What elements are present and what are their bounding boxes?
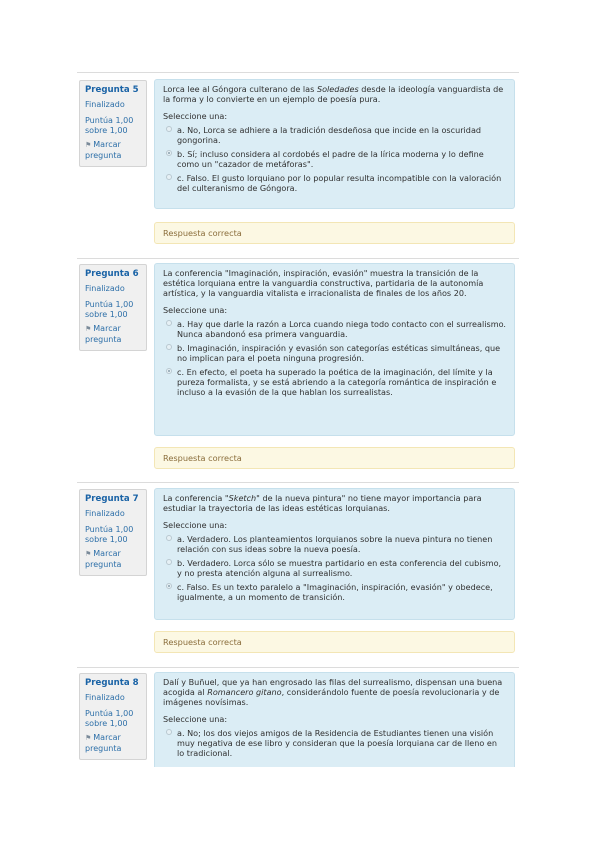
answer-radio[interactable]: [166, 150, 172, 156]
question-text: Lorca lee al Góngora culterano de las So…: [163, 84, 504, 104]
question-content: La conferencia "Imaginación, inspiración…: [154, 263, 515, 436]
answer-option[interactable]: a. No; los dos viejos amigos de la Resid…: [163, 728, 506, 758]
question-formulation: Lorca lee al Góngora culterano de las So…: [154, 79, 515, 209]
flag-icon: ⚑: [85, 141, 92, 149]
question-content: Lorca lee al Góngora culterano de las So…: [154, 79, 515, 209]
question-info: Pregunta 8 Finalizado Puntúa 1,00 sobre …: [79, 673, 147, 760]
question-number: Pregunta 5: [85, 85, 139, 95]
question-content: Dalí y Buñuel, que ya han engrosado las …: [154, 672, 515, 767]
flag-icon: ⚑: [85, 550, 92, 558]
flag-icon: ⚑: [85, 734, 92, 742]
answer-option[interactable]: c. Falso. El gusto lorquiano por lo popu…: [163, 173, 506, 193]
question-number: Pregunta 7: [85, 494, 139, 504]
question-info: Pregunta 7 Finalizado Puntúa 1,00 sobre …: [79, 489, 147, 576]
answer-list: a. No, Lorca se adhiere a la tradición d…: [163, 125, 506, 193]
question-grade: Puntúa 1,00 sobre 1,00: [85, 116, 134, 135]
answer-prompt: Seleccione una:: [163, 714, 228, 724]
question-separator: [77, 482, 519, 483]
question-separator: [77, 258, 519, 259]
question-state: Finalizado: [85, 100, 125, 109]
flag-question-link[interactable]: ⚑ Marcar pregunta: [85, 549, 142, 569]
answer-option[interactable]: a. Hay que darle la razón a Lorca cuando…: [163, 319, 506, 339]
question-state: Finalizado: [85, 509, 125, 518]
answer-radio[interactable]: [166, 126, 172, 132]
question-info: Pregunta 6 Finalizado Puntúa 1,00 sobre …: [79, 264, 147, 351]
answer-radio[interactable]: [166, 729, 172, 735]
question-text: La conferencia "Imaginación, inspiración…: [163, 268, 484, 298]
question-state: Finalizado: [85, 693, 125, 702]
question-grade: Puntúa 1,00 sobre 1,00: [85, 525, 134, 544]
answer-option[interactable]: a. Verdadero. Los planteamientos lorquia…: [163, 534, 506, 554]
question-formulation: La conferencia "Imaginación, inspiración…: [154, 263, 515, 436]
question-formulation: Dalí y Buñuel, que ya han engrosado las …: [154, 672, 515, 767]
answer-prompt: Seleccione una:: [163, 111, 228, 121]
feedback-box: Respuesta correcta: [154, 447, 515, 469]
answer-option[interactable]: c. Falso. Es un texto paralelo a "Imagin…: [163, 582, 506, 602]
flag-question-link[interactable]: ⚑ Marcar pregunta: [85, 324, 142, 344]
answer-radio[interactable]: [166, 559, 172, 565]
answer-option[interactable]: a. No, Lorca se adhiere a la tradición d…: [163, 125, 506, 145]
answer-radio[interactable]: [166, 344, 172, 350]
answer-radio[interactable]: [166, 368, 172, 374]
question-info: Pregunta 5 Finalizado Puntúa 1,00 sobre …: [79, 80, 147, 167]
answer-list: a. No; los dos viejos amigos de la Resid…: [163, 728, 506, 758]
question-text: Dalí y Buñuel, que ya han engrosado las …: [163, 677, 503, 707]
question-number: Pregunta 6: [85, 269, 139, 279]
answer-option[interactable]: c. En efecto, el poeta ha superado la po…: [163, 367, 506, 397]
question-separator: [77, 72, 519, 73]
question-grade: Puntúa 1,00 sobre 1,00: [85, 709, 134, 728]
flag-question-link[interactable]: ⚑ Marcar pregunta: [85, 140, 142, 160]
question-formulation: La conferencia "Sketch" de la nueva pint…: [154, 488, 515, 620]
answer-prompt: Seleccione una:: [163, 520, 228, 530]
question-content: La conferencia "Sketch" de la nueva pint…: [154, 488, 515, 620]
answer-radio[interactable]: [166, 320, 172, 326]
flag-icon: ⚑: [85, 325, 92, 333]
answer-option[interactable]: b. Sí; incluso considera al cordobés el …: [163, 149, 506, 169]
answer-option[interactable]: b. Imaginación, inspiración y evasión so…: [163, 343, 506, 363]
question-grade: Puntúa 1,00 sobre 1,00: [85, 300, 134, 319]
question-state: Finalizado: [85, 284, 125, 293]
answer-list: a. Verdadero. Los planteamientos lorquia…: [163, 534, 506, 602]
answer-option[interactable]: b. Verdadero. Lorca sólo se muestra part…: [163, 558, 506, 578]
flag-question-link[interactable]: ⚑ Marcar pregunta: [85, 733, 142, 753]
question-number: Pregunta 8: [85, 678, 139, 688]
feedback-box: Respuesta correcta: [154, 631, 515, 653]
answer-radio[interactable]: [166, 583, 172, 589]
question-text: La conferencia "Sketch" de la nueva pint…: [163, 493, 482, 513]
question-separator: [77, 667, 519, 668]
answer-radio[interactable]: [166, 535, 172, 541]
answer-prompt: Seleccione una:: [163, 305, 228, 315]
answer-radio[interactable]: [166, 174, 172, 180]
feedback-box: Respuesta correcta: [154, 222, 515, 244]
answer-list: a. Hay que darle la razón a Lorca cuando…: [163, 319, 506, 397]
